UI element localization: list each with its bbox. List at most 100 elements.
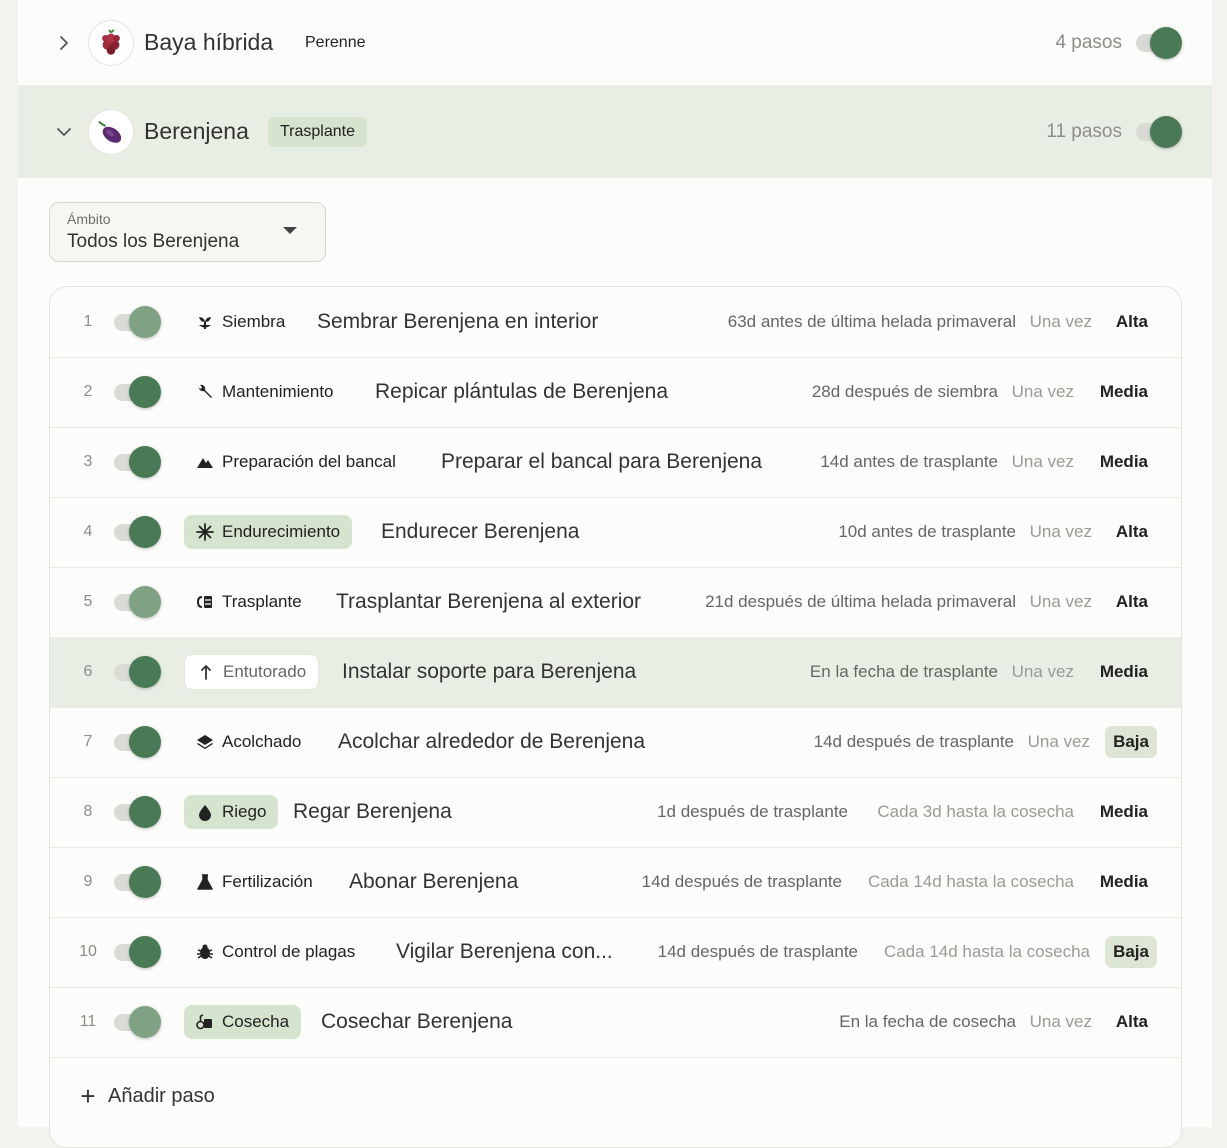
step-row[interactable]: 9 Fertilización Abonar Berenjena 14d despué… [50,847,1181,918]
step-timing: 10d antes de trasplante [838,522,1016,541]
chevron-right-icon[interactable] [54,33,74,53]
step-timing: 14d después de trasplante [657,942,858,961]
step-timing: 14d antes de trasplante [820,452,998,471]
priority-badge: Alta [1115,1012,1148,1031]
layers-icon [196,733,214,751]
berry-icon [88,19,134,66]
priority-badge: Alta [1115,522,1148,541]
step-category: Control de plagas [184,917,367,987]
step-category-label: Preparación del bancal [222,452,396,471]
priority-badge: Alta [1115,592,1148,611]
priority-badge: Media [1099,662,1148,681]
priority-badge: Media [1099,382,1148,401]
step-enabled-toggle[interactable] [112,866,162,898]
priority-badge: Alta [1115,312,1148,331]
scope-select[interactable]: Ámbito Todos los Berenjena [49,202,326,262]
step-frequency: Cada 14d hasta la cosecha [883,942,1090,961]
step-number: 7 [83,733,93,750]
step-title[interactable]: Vigilar Berenjena con... [396,917,613,987]
step-frequency: Una vez [1029,522,1092,541]
step-row[interactable]: 5 Trasplante Trasplantar Berenjena al exte… [50,567,1181,638]
transplant-icon [196,593,214,611]
priority-badge: Media [1099,872,1148,891]
step-category-label: Cosecha [222,1012,290,1031]
step-row[interactable]: 2 Mantenimiento Repicar plántulas de Beren… [50,357,1181,428]
snowflake-icon [196,523,214,541]
step-category: Cosecha [184,987,302,1057]
step-row[interactable]: 4 Endurecimiento Endurecer Berenjena 10d an… [50,497,1181,568]
caret-down-icon [283,227,297,234]
step-title[interactable]: Regar Berenjena [293,777,452,847]
step-category-label: Endurecimiento [222,522,341,541]
step-category-label: Acolchado [222,732,302,751]
step-enabled-toggle[interactable] [112,306,162,338]
step-enabled-toggle[interactable] [112,936,162,968]
step-priority: Media [1092,777,1156,847]
bug-icon [196,943,214,961]
crop-type-badge: Trasplante [268,116,367,147]
step-frequency: Una vez [1027,732,1090,751]
crop-enabled-toggle[interactable] [1132,26,1184,59]
step-frequency: Una vez [1011,452,1074,471]
step-enabled-toggle[interactable] [112,516,162,548]
crop-row-berenjena[interactable]: Berenjena Trasplante 11 pasos [18,85,1212,178]
step-row[interactable]: 10 Control de plagas Vigilar Berenjena con… [50,917,1181,988]
step-priority: Alta [1108,567,1156,637]
step-category-label: Fertilización [222,872,313,891]
step-row[interactable]: 8 Riego Regar Berenjena 1d después de trasp… [50,777,1181,848]
step-number: 2 [83,383,93,400]
step-enabled-toggle[interactable] [112,656,162,688]
step-title[interactable]: Instalar soporte para Berenjena [342,637,636,707]
step-row[interactable]: 7 Acolchado Acolchar alrededor de Berenjen… [50,707,1181,778]
step-title[interactable]: Abonar Berenjena [349,847,518,917]
step-title[interactable]: Endurecer Berenjena [381,497,579,567]
crop-name: Berenjena [144,118,249,144]
step-priority: Baja [1105,707,1157,777]
step-timing: 63d antes de última helada primaveral [727,312,1016,331]
step-category-label: Mantenimiento [222,382,334,401]
step-enabled-toggle[interactable] [112,586,162,618]
step-row[interactable]: 1 Siembra Sembrar Berenjena en interior 63d… [50,287,1181,358]
step-category: Mantenimiento [184,357,346,427]
step-category: Riego [184,777,279,847]
step-priority: Alta [1108,987,1156,1057]
chevron-down-icon[interactable] [54,122,74,142]
step-priority: Alta [1108,497,1156,567]
step-priority: Media [1092,637,1156,707]
step-number: 1 [83,313,93,330]
step-category: Trasplante [184,567,314,637]
step-enabled-toggle[interactable] [112,1006,162,1038]
step-title[interactable]: Preparar el bancal para Berenjena [441,427,762,497]
arrow-up-icon [197,663,215,681]
step-number: 6 [83,663,93,680]
crop-row-baya-hibrida[interactable]: Baya híbrida Perenne 4 pasos [18,0,1212,86]
step-row[interactable]: 11 Cosecha Cosechar Berenjena En la fecha d… [50,987,1181,1058]
step-title[interactable]: Sembrar Berenjena en interior [317,287,598,357]
step-enabled-toggle[interactable] [112,726,162,758]
add-step-button[interactable]: + Añadir paso [50,1061,1181,1131]
step-enabled-toggle[interactable] [112,446,162,478]
step-row[interactable]: 3 Preparación del bancal Preparar el banca… [50,427,1181,498]
crop-type-badge: Perenne [305,33,366,51]
step-timing: 28d después de siembra [811,382,998,401]
step-title[interactable]: Trasplantar Berenjena al exterior [336,567,641,637]
crop-enabled-toggle[interactable] [1132,115,1184,148]
step-title[interactable]: Repicar plántulas de Berenjena [375,357,668,427]
step-row[interactable]: 6 Entutorado Instalar soporte para Berenje… [50,637,1181,708]
step-frequency: Cada 14d hasta la cosecha [867,872,1074,891]
crop-steps-panel: Baya híbrida Perenne 4 pasos Berenjena T… [18,0,1212,1148]
step-frequency: Una vez [1029,592,1092,611]
step-number: 3 [83,453,93,470]
step-priority: Alta [1108,287,1156,357]
step-enabled-toggle[interactable] [112,376,162,408]
step-title[interactable]: Cosechar Berenjena [321,987,512,1057]
scope-label: Ámbito [67,211,111,227]
plus-icon: + [80,1080,96,1111]
priority-badge: Baja [1105,936,1157,968]
crop-name: Baya híbrida [144,29,274,55]
wrench-icon [196,383,214,401]
step-enabled-toggle[interactable] [112,796,162,828]
priority-badge: Media [1099,802,1148,821]
step-timing: 21d después de última helada primaveral [705,592,1016,611]
step-title[interactable]: Acolchar alrededor de Berenjena [338,707,645,777]
